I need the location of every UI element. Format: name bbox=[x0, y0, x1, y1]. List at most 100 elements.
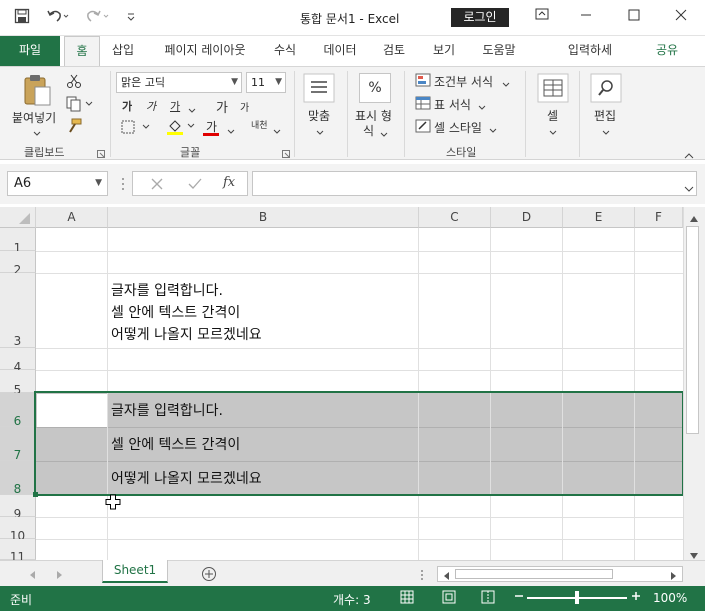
cell-styles-button[interactable]: 셀 스타일 bbox=[434, 119, 482, 136]
phonetic-dropdown-icon[interactable] bbox=[273, 124, 281, 138]
number-format-label-line2[interactable]: 식 bbox=[363, 122, 374, 139]
previous-sheet-icon[interactable] bbox=[28, 569, 36, 583]
ribbon-display-options-icon[interactable] bbox=[535, 7, 549, 25]
cells-label[interactable]: 셀 bbox=[547, 107, 558, 124]
tab-view[interactable]: 보기 bbox=[427, 36, 461, 66]
row-header-10[interactable]: 10 bbox=[0, 517, 36, 543]
cells-icon[interactable] bbox=[537, 73, 569, 106]
row-header-7[interactable]: 7 bbox=[0, 427, 36, 462]
close-icon[interactable] bbox=[675, 9, 687, 25]
format-as-table-dropdown-icon[interactable] bbox=[478, 100, 486, 114]
share-button[interactable]: 공유 bbox=[652, 36, 682, 66]
tab-help[interactable]: 도움말 bbox=[476, 36, 522, 66]
select-all-corner[interactable] bbox=[0, 207, 36, 228]
phonetic-guide-button[interactable]: 내천 bbox=[251, 118, 268, 131]
scroll-up-icon[interactable] bbox=[689, 212, 699, 226]
next-sheet-icon[interactable] bbox=[56, 569, 64, 583]
sheet-tab-sheet1[interactable]: Sheet1 bbox=[102, 560, 168, 583]
chevron-down-icon[interactable]: ▼ bbox=[95, 172, 102, 195]
row-header-2[interactable]: 2 bbox=[0, 251, 36, 277]
decrease-font-button[interactable]: 가 bbox=[240, 99, 249, 114]
more-options-icon[interactable] bbox=[121, 177, 125, 194]
row-header-1[interactable]: 1 bbox=[0, 228, 36, 255]
italic-button[interactable]: 가 bbox=[146, 98, 156, 114]
zoom-out-icon[interactable] bbox=[514, 588, 524, 607]
cells-dropdown-icon[interactable] bbox=[549, 125, 557, 139]
paste-dropdown-icon[interactable] bbox=[33, 126, 41, 140]
tell-me-search[interactable]: 입력하세 bbox=[562, 36, 618, 66]
tab-split-handle[interactable] bbox=[420, 569, 424, 584]
font-size-select[interactable]: 11 ▼ bbox=[246, 72, 286, 93]
insert-function-button[interactable]: fx bbox=[223, 175, 235, 190]
number-format-dropdown-icon[interactable] bbox=[380, 127, 388, 141]
tab-insert[interactable]: 삽입 bbox=[106, 36, 140, 66]
column-header-d[interactable]: D bbox=[491, 207, 563, 228]
tab-home[interactable]: 홈 bbox=[64, 36, 100, 66]
underline-dropdown-icon[interactable] bbox=[188, 103, 196, 117]
borders-icon[interactable] bbox=[121, 120, 151, 137]
conditional-formatting-button[interactable]: 조건부 서식 bbox=[434, 73, 493, 90]
format-as-table-button[interactable]: 표 서식 bbox=[434, 96, 471, 113]
search-icon[interactable] bbox=[590, 73, 622, 106]
zoom-slider-thumb[interactable] bbox=[575, 591, 579, 604]
row-header-6[interactable]: 6 bbox=[0, 393, 36, 428]
save-icon[interactable] bbox=[14, 8, 30, 24]
copy-icon[interactable] bbox=[66, 96, 94, 115]
conditional-formatting-icon[interactable] bbox=[415, 73, 431, 90]
collapse-ribbon-icon[interactable] bbox=[684, 148, 694, 162]
paste-icon[interactable] bbox=[22, 73, 52, 110]
underline-button[interactable]: 가 bbox=[170, 98, 180, 114]
minimize-icon[interactable] bbox=[580, 9, 592, 25]
font-name-select[interactable]: 맑은 고딕 ▼ bbox=[116, 72, 242, 93]
editing-dropdown-icon[interactable] bbox=[602, 125, 610, 139]
cell-styles-icon[interactable] bbox=[415, 119, 431, 136]
tab-review[interactable]: 검토 bbox=[377, 36, 411, 66]
redo-icon[interactable] bbox=[86, 8, 110, 24]
count-status[interactable]: 개수: 3 bbox=[333, 591, 371, 608]
normal-view-icon[interactable] bbox=[400, 590, 414, 607]
row-header-5[interactable]: 5 bbox=[0, 370, 36, 397]
column-header-b[interactable]: B bbox=[108, 207, 419, 228]
clipboard-launcher-icon[interactable] bbox=[97, 147, 105, 161]
bold-button[interactable]: 가 bbox=[122, 98, 132, 114]
formula-input[interactable] bbox=[252, 171, 697, 196]
format-as-table-icon[interactable] bbox=[415, 96, 431, 113]
column-header-c[interactable]: C bbox=[419, 207, 491, 228]
add-sheet-icon[interactable] bbox=[201, 566, 217, 585]
number-format-icon[interactable]: % bbox=[359, 73, 391, 103]
vertical-scroll-thumb[interactable] bbox=[686, 226, 699, 434]
zoom-in-icon[interactable] bbox=[631, 588, 641, 607]
fill-handle[interactable] bbox=[33, 492, 38, 497]
expand-formula-icon[interactable] bbox=[684, 181, 694, 195]
paste-label[interactable]: 붙여넣기 bbox=[12, 109, 56, 126]
page-layout-view-icon[interactable] bbox=[442, 590, 456, 607]
tab-formulas[interactable]: 수식 bbox=[268, 36, 302, 66]
row-header-4[interactable]: 4 bbox=[0, 348, 36, 374]
cut-icon[interactable] bbox=[66, 73, 82, 92]
row-header-8[interactable]: 8 bbox=[0, 461, 36, 496]
row-header-11[interactable]: 11 bbox=[0, 539, 36, 564]
alignment-dropdown-icon[interactable] bbox=[316, 125, 324, 139]
row-header-3[interactable]: 3 bbox=[0, 273, 36, 348]
column-header-e[interactable]: E bbox=[563, 207, 635, 228]
cancel-icon[interactable] bbox=[151, 178, 163, 193]
login-button[interactable]: 로그인 bbox=[451, 8, 509, 27]
maximize-icon[interactable] bbox=[628, 9, 640, 25]
worksheet-grid[interactable]: A B C D E F 1 2 3 4 5 6 7 8 9 10 11 글자를 … bbox=[0, 207, 705, 564]
font-color-dropdown-icon[interactable] bbox=[227, 124, 235, 138]
customize-qat-icon[interactable] bbox=[126, 8, 136, 24]
format-painter-icon[interactable] bbox=[66, 118, 82, 137]
horizontal-scroll-thumb[interactable] bbox=[455, 569, 613, 579]
zoom-level[interactable]: 100% bbox=[653, 591, 687, 605]
editing-label[interactable]: 편집 bbox=[594, 107, 616, 124]
column-header-f[interactable]: F bbox=[635, 207, 683, 228]
enter-check-icon[interactable] bbox=[188, 178, 202, 193]
alignment-icon[interactable] bbox=[303, 73, 335, 106]
font-launcher-icon[interactable] bbox=[282, 147, 290, 161]
fill-color-icon[interactable] bbox=[166, 118, 196, 139]
increase-font-button[interactable]: 가 bbox=[216, 97, 228, 116]
conditional-formatting-dropdown-icon[interactable] bbox=[502, 77, 510, 91]
alignment-label[interactable]: 맞춤 bbox=[308, 107, 330, 124]
name-box[interactable]: A6 ▼ bbox=[7, 171, 108, 196]
tab-file[interactable]: 파일 bbox=[0, 36, 60, 66]
